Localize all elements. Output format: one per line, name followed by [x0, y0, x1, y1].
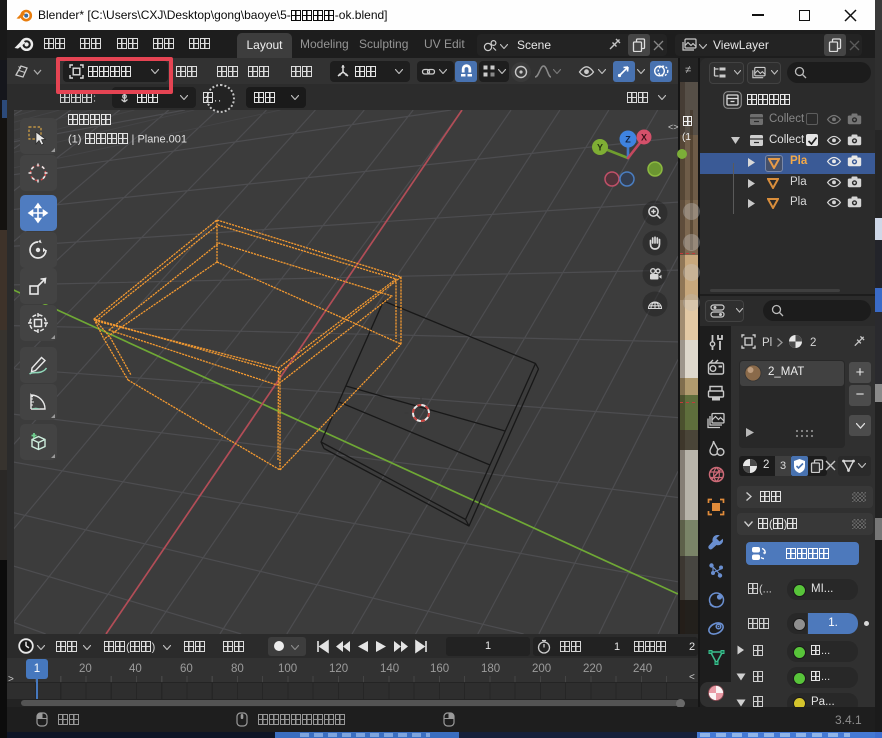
svg-text:Y: Y	[597, 143, 603, 153]
svg-text:X: X	[641, 133, 647, 143]
svg-text:Z: Z	[625, 135, 631, 145]
